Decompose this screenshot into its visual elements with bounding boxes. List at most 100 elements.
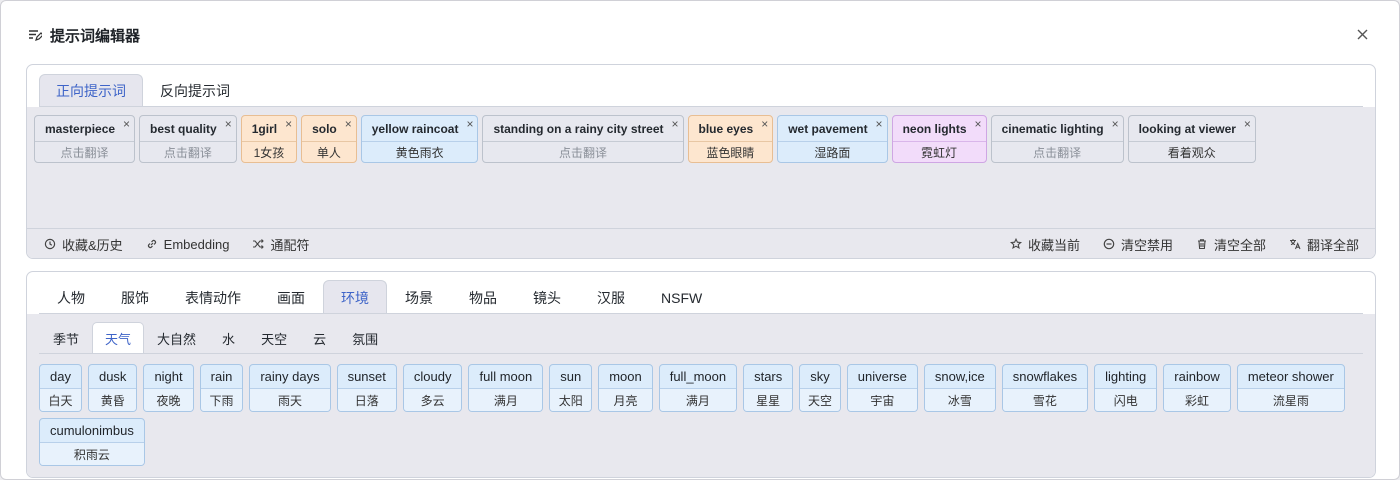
prompt-tag[interactable]: 1girl 1女孩 × xyxy=(240,115,298,163)
word-chip[interactable]: universe 宇宙 xyxy=(846,364,918,412)
tag-close-icon[interactable]: × xyxy=(466,118,473,130)
prompt-tag[interactable]: best quality 点击翻译 × xyxy=(139,115,237,163)
subcategory-divider xyxy=(39,353,1363,354)
prompt-tabs: 正向提示词 反向提示词 xyxy=(39,74,247,107)
prompt-tag[interactable]: looking at viewer 看着观众 × xyxy=(1127,115,1256,163)
word-chip[interactable]: sunset 日落 xyxy=(336,364,397,412)
tag-translation[interactable]: 看着观众 xyxy=(1128,141,1255,162)
tag-close-icon[interactable]: × xyxy=(761,118,768,130)
tag-close-icon[interactable]: × xyxy=(1112,118,1119,130)
tag-close-icon[interactable]: × xyxy=(123,118,130,130)
word-translation: 日落 xyxy=(337,388,396,411)
tag-close-icon[interactable]: × xyxy=(345,118,352,130)
tab-category[interactable]: 物品 xyxy=(451,280,515,314)
word-chip[interactable]: rainbow 彩虹 xyxy=(1163,364,1231,412)
toolbar-button-translate[interactable]: 翻译全部 xyxy=(1289,235,1359,254)
prompt-tag[interactable]: yellow raincoat 黄色雨衣 × xyxy=(360,115,479,163)
word-chip[interactable]: rainy days 雨天 xyxy=(249,364,331,412)
word-chip[interactable]: night 夜晚 xyxy=(143,364,194,412)
word-translation: 月亮 xyxy=(599,388,652,411)
tab-category[interactable]: 镜头 xyxy=(515,280,579,314)
prompt-tag[interactable]: blue eyes 蓝色眼睛 × xyxy=(687,115,774,163)
tab-category[interactable]: NSFW xyxy=(643,280,720,314)
word-chip[interactable]: dusk 黄昏 xyxy=(87,364,138,412)
tab-category[interactable]: 表情动作 xyxy=(167,280,259,314)
word-text: lighting xyxy=(1105,369,1147,384)
prompt-tag[interactable]: solo 单人 × xyxy=(301,115,357,163)
word-text: sunset xyxy=(347,369,386,384)
tab-category[interactable]: 汉服 xyxy=(579,280,643,314)
tab-subcategory[interactable]: 云 xyxy=(300,322,339,353)
toolbar-button-shuffle[interactable]: 通配符 xyxy=(252,235,309,254)
tag-translation[interactable]: 黄色雨衣 xyxy=(361,141,478,162)
word-chip[interactable]: stars 星星 xyxy=(743,364,794,412)
word-text: rainy days xyxy=(260,369,320,384)
word-grid: day 白天 dusk 黄昏 night 夜晚 rain 下雨 rainy days 雨天 suns… xyxy=(39,364,1359,466)
prompt-tag[interactable]: neon lights 霓虹灯 × xyxy=(891,115,987,163)
history-icon xyxy=(44,238,56,250)
toolbar-button-label: 收藏当前 xyxy=(1027,237,1080,253)
tab-subcategory[interactable]: 水 xyxy=(209,322,248,353)
tab-subcategory[interactable]: 天气 xyxy=(92,322,145,353)
tag-translation[interactable]: 湿路面 xyxy=(778,141,887,162)
word-chip[interactable]: meteor shower 流星雨 xyxy=(1236,364,1345,412)
word-translation: 满月 xyxy=(659,388,737,411)
word-translation: 多云 xyxy=(403,388,462,411)
close-button[interactable] xyxy=(1355,27,1369,41)
tab-subcategory[interactable]: 天空 xyxy=(248,322,300,353)
tag-translation[interactable]: 霓虹灯 xyxy=(892,141,986,162)
tab-category[interactable]: 服饰 xyxy=(103,280,167,314)
tag-translation[interactable]: 1女孩 xyxy=(241,141,297,162)
tag-text: looking at viewer xyxy=(1138,121,1236,136)
prompt-tag[interactable]: standing on a rainy city street 点击翻译 × xyxy=(482,115,684,163)
word-chip[interactable]: snow,ice 冰雪 xyxy=(923,364,996,412)
tag-text: wet pavement xyxy=(788,121,868,136)
tab-prompt-negative[interactable]: 反向提示词 xyxy=(143,74,247,107)
word-chip[interactable]: snowflakes 雪花 xyxy=(1001,364,1089,412)
word-chip[interactable]: sky 天空 xyxy=(799,364,841,412)
tab-category[interactable]: 环境 xyxy=(323,280,387,314)
toolbar-button-history[interactable]: 收藏&历史 xyxy=(44,235,123,254)
toolbar-button-trash[interactable]: 清空全部 xyxy=(1196,235,1266,254)
tag-translation[interactable]: 点击翻译 xyxy=(991,141,1123,162)
tab-prompt-positive[interactable]: 正向提示词 xyxy=(39,74,143,107)
tag-close-icon[interactable]: × xyxy=(975,118,982,130)
toolbar-button-minus-circle[interactable]: 清空禁用 xyxy=(1103,235,1173,254)
tag-close-icon[interactable]: × xyxy=(876,118,883,130)
word-chip[interactable]: rain 下雨 xyxy=(199,364,244,412)
tag-close-icon[interactable]: × xyxy=(1244,118,1251,130)
tab-subcategory[interactable]: 大自然 xyxy=(144,322,209,353)
dialog-header: 提示词编辑器 xyxy=(28,25,140,45)
tag-close-icon[interactable]: × xyxy=(285,118,292,130)
toolbar-button-star[interactable]: 收藏当前 xyxy=(1009,235,1080,254)
tag-area[interactable]: masterpiece 点击翻译 × best quality 点击翻译 × 1girl 1女… xyxy=(27,107,1375,228)
prompt-tag[interactable]: wet pavement 湿路面 × xyxy=(777,115,888,163)
tab-subcategory[interactable]: 氛围 xyxy=(339,322,391,353)
tag-translation[interactable]: 点击翻译 xyxy=(483,141,683,162)
tag-translation[interactable]: 点击翻译 xyxy=(140,141,236,162)
word-chip[interactable]: cloudy 多云 xyxy=(402,364,463,412)
word-chip[interactable]: moon 月亮 xyxy=(598,364,653,412)
tag-translation[interactable]: 单人 xyxy=(302,141,356,162)
prompt-tag[interactable]: cinematic lighting 点击翻译 × xyxy=(990,115,1124,163)
word-chip[interactable]: sun 太阳 xyxy=(549,364,593,412)
translate-icon xyxy=(1289,239,1301,250)
word-chip[interactable]: lighting 闪电 xyxy=(1094,364,1158,412)
tab-category[interactable]: 人物 xyxy=(39,280,103,314)
tag-translation[interactable]: 点击翻译 xyxy=(35,141,135,162)
word-text: snowflakes xyxy=(1012,369,1078,384)
star-icon xyxy=(1009,238,1022,250)
prompt-tag[interactable]: masterpiece 点击翻译 × xyxy=(34,115,136,163)
tag-close-icon[interactable]: × xyxy=(671,118,678,130)
tab-subcategory[interactable]: 季节 xyxy=(40,322,92,353)
word-chip[interactable]: cumulonimbus 积雨云 xyxy=(39,418,145,466)
word-chip[interactable]: full_moon 满月 xyxy=(658,364,738,412)
tag-translation[interactable]: 蓝色眼睛 xyxy=(688,141,773,162)
tab-category[interactable]: 场景 xyxy=(387,280,451,314)
word-chip[interactable]: full moon 满月 xyxy=(468,364,544,412)
word-chip[interactable]: day 白天 xyxy=(39,364,82,412)
tag-close-icon[interactable]: × xyxy=(225,118,232,130)
word-text: universe xyxy=(857,369,907,384)
toolbar-button-link[interactable]: Embedding xyxy=(146,235,229,254)
tab-category[interactable]: 画面 xyxy=(259,280,323,314)
